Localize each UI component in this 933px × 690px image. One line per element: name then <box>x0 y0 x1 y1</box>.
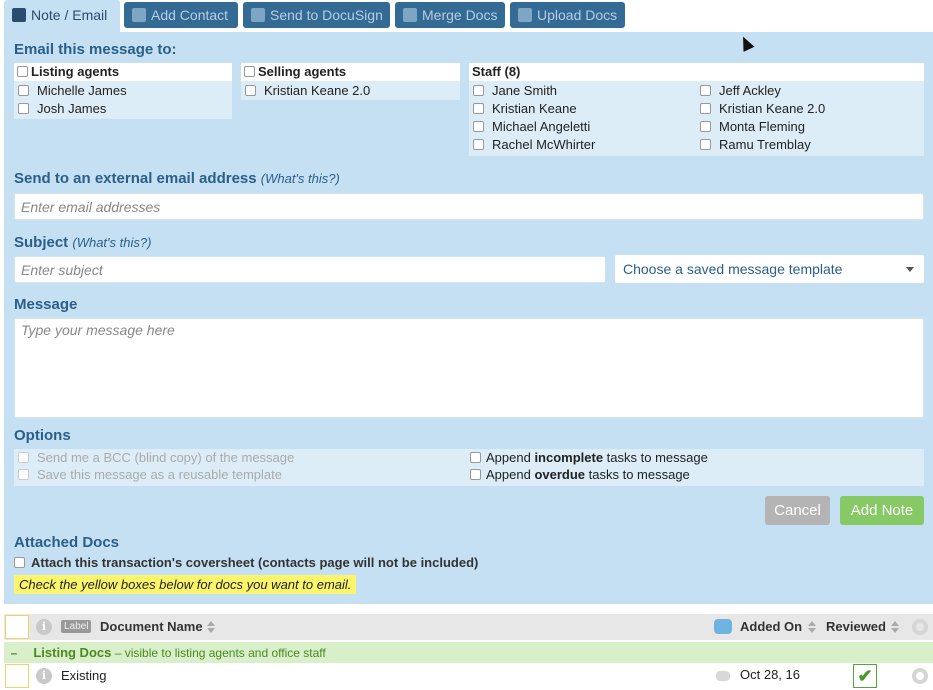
sort-icon[interactable] <box>891 620 899 634</box>
options-heading: Options <box>14 427 71 444</box>
subject-input[interactable]: Enter subject <box>14 256 606 283</box>
info-icon: i <box>36 619 52 635</box>
select-all-checkbox[interactable] <box>5 615 29 639</box>
group-listing-docs[interactable]: – Listing Docs – visible to listing agen… <box>4 642 933 663</box>
tab-merge-docs[interactable]: Merge Docs <box>395 2 505 28</box>
template-select[interactable]: Choose a saved message template <box>615 255 924 283</box>
add-note-button[interactable]: Add Note <box>840 496 924 525</box>
external-email-input[interactable]: Enter email addresses <box>14 193 924 220</box>
column-reviewed[interactable]: Reviewed <box>826 619 886 634</box>
tab-add-contact[interactable]: Add Contact <box>124 2 238 28</box>
recipient-michelle-james[interactable]: Michelle James <box>18 83 127 98</box>
option-append-incomplete[interactable]: Append incomplete tasks to message <box>470 450 708 465</box>
envelope-icon <box>12 8 26 22</box>
tab-bar: Note / Email Add Contact Send to DocuSig… <box>0 0 933 32</box>
collapse-icon[interactable]: – <box>4 643 24 664</box>
recipient-josh-james[interactable]: Josh James <box>18 101 106 116</box>
external-email-label: Send to an external email address (What'… <box>14 170 340 187</box>
comment-icon[interactable] <box>716 671 730 681</box>
added-on-date: Oct 28, 16 <box>740 667 800 682</box>
merge-icon <box>403 8 417 22</box>
subject-label: Subject (What's this?) <box>14 234 152 251</box>
option-save-template[interactable]: Save this message as a reusable template <box>18 467 282 482</box>
staff-michael-angeletti[interactable]: Michael Angeletti <box>473 119 590 134</box>
table-row: i Existing Oct 28, 16 ✔ <box>4 664 933 690</box>
gear-icon[interactable] <box>912 668 928 684</box>
external-help-link[interactable]: (What's this?) <box>261 171 340 186</box>
yellow-box-hint: Check the yellow boxes below for docs yo… <box>14 575 357 594</box>
cancel-button[interactable]: Cancel <box>765 496 830 525</box>
email-to-heading: Email this message to: <box>14 41 177 58</box>
option-bcc[interactable]: Send me a BCC (blind copy) of the messag… <box>18 450 294 465</box>
staff-kristian-keane-2[interactable]: Kristian Keane 2.0 <box>700 101 825 116</box>
attach-coversheet-option[interactable]: Attach this transaction's coversheet (co… <box>14 555 478 570</box>
tab-upload-docs[interactable]: Upload Docs <box>510 2 625 28</box>
tab-send-docusign[interactable]: Send to DocuSign <box>243 2 390 28</box>
selling-agents-header[interactable]: Selling agents <box>241 63 460 81</box>
staff-header: Staff (8) <box>469 63 924 81</box>
docs-table-header: i Label Document Name Added On Reviewed <box>4 614 933 640</box>
recipient-kristian-keane-2[interactable]: Kristian Keane 2.0 <box>245 83 370 98</box>
listing-agents-checkbox[interactable] <box>17 66 28 77</box>
add-contact-icon <box>132 8 146 22</box>
staff-monta-fleming[interactable]: Monta Fleming <box>700 119 805 134</box>
staff-jeff-ackley[interactable]: Jeff Ackley <box>700 83 781 98</box>
tab-note-email[interactable]: Note / Email <box>4 0 120 32</box>
column-document-name[interactable]: Document Name <box>100 619 203 634</box>
gear-icon[interactable] <box>912 619 928 635</box>
reviewed-checkmark-icon[interactable]: ✔ <box>853 664 877 688</box>
staff-rachel-mcwhirter[interactable]: Rachel McWhirter <box>473 137 595 152</box>
attached-docs-heading: Attached Docs <box>14 534 120 551</box>
column-added-on[interactable]: Added On <box>740 619 802 634</box>
staff-kristian-keane[interactable]: Kristian Keane <box>473 101 577 116</box>
chevron-down-icon <box>906 267 914 272</box>
upload-icon <box>518 8 532 22</box>
sort-icon[interactable] <box>808 620 816 634</box>
subject-help-link[interactable]: (What's this?) <box>72 235 151 250</box>
option-append-overdue[interactable]: Append overdue tasks to message <box>470 467 690 482</box>
staff-ramu-tremblay[interactable]: Ramu Tremblay <box>700 137 811 152</box>
row-select-checkbox[interactable] <box>5 664 29 688</box>
comment-icon <box>714 619 732 634</box>
document-name[interactable]: Existing <box>61 668 107 683</box>
message-textarea[interactable]: Type your message here <box>14 318 924 418</box>
listing-agents-header[interactable]: Listing agents <box>14 63 232 81</box>
sort-icon[interactable] <box>207 620 215 634</box>
docusign-icon <box>251 8 265 22</box>
info-icon[interactable]: i <box>36 668 52 684</box>
label-badge: Label <box>61 620 92 633</box>
message-label: Message <box>14 296 78 313</box>
staff-jane-smith[interactable]: Jane Smith <box>473 83 557 98</box>
selling-agents-checkbox[interactable] <box>244 66 255 77</box>
